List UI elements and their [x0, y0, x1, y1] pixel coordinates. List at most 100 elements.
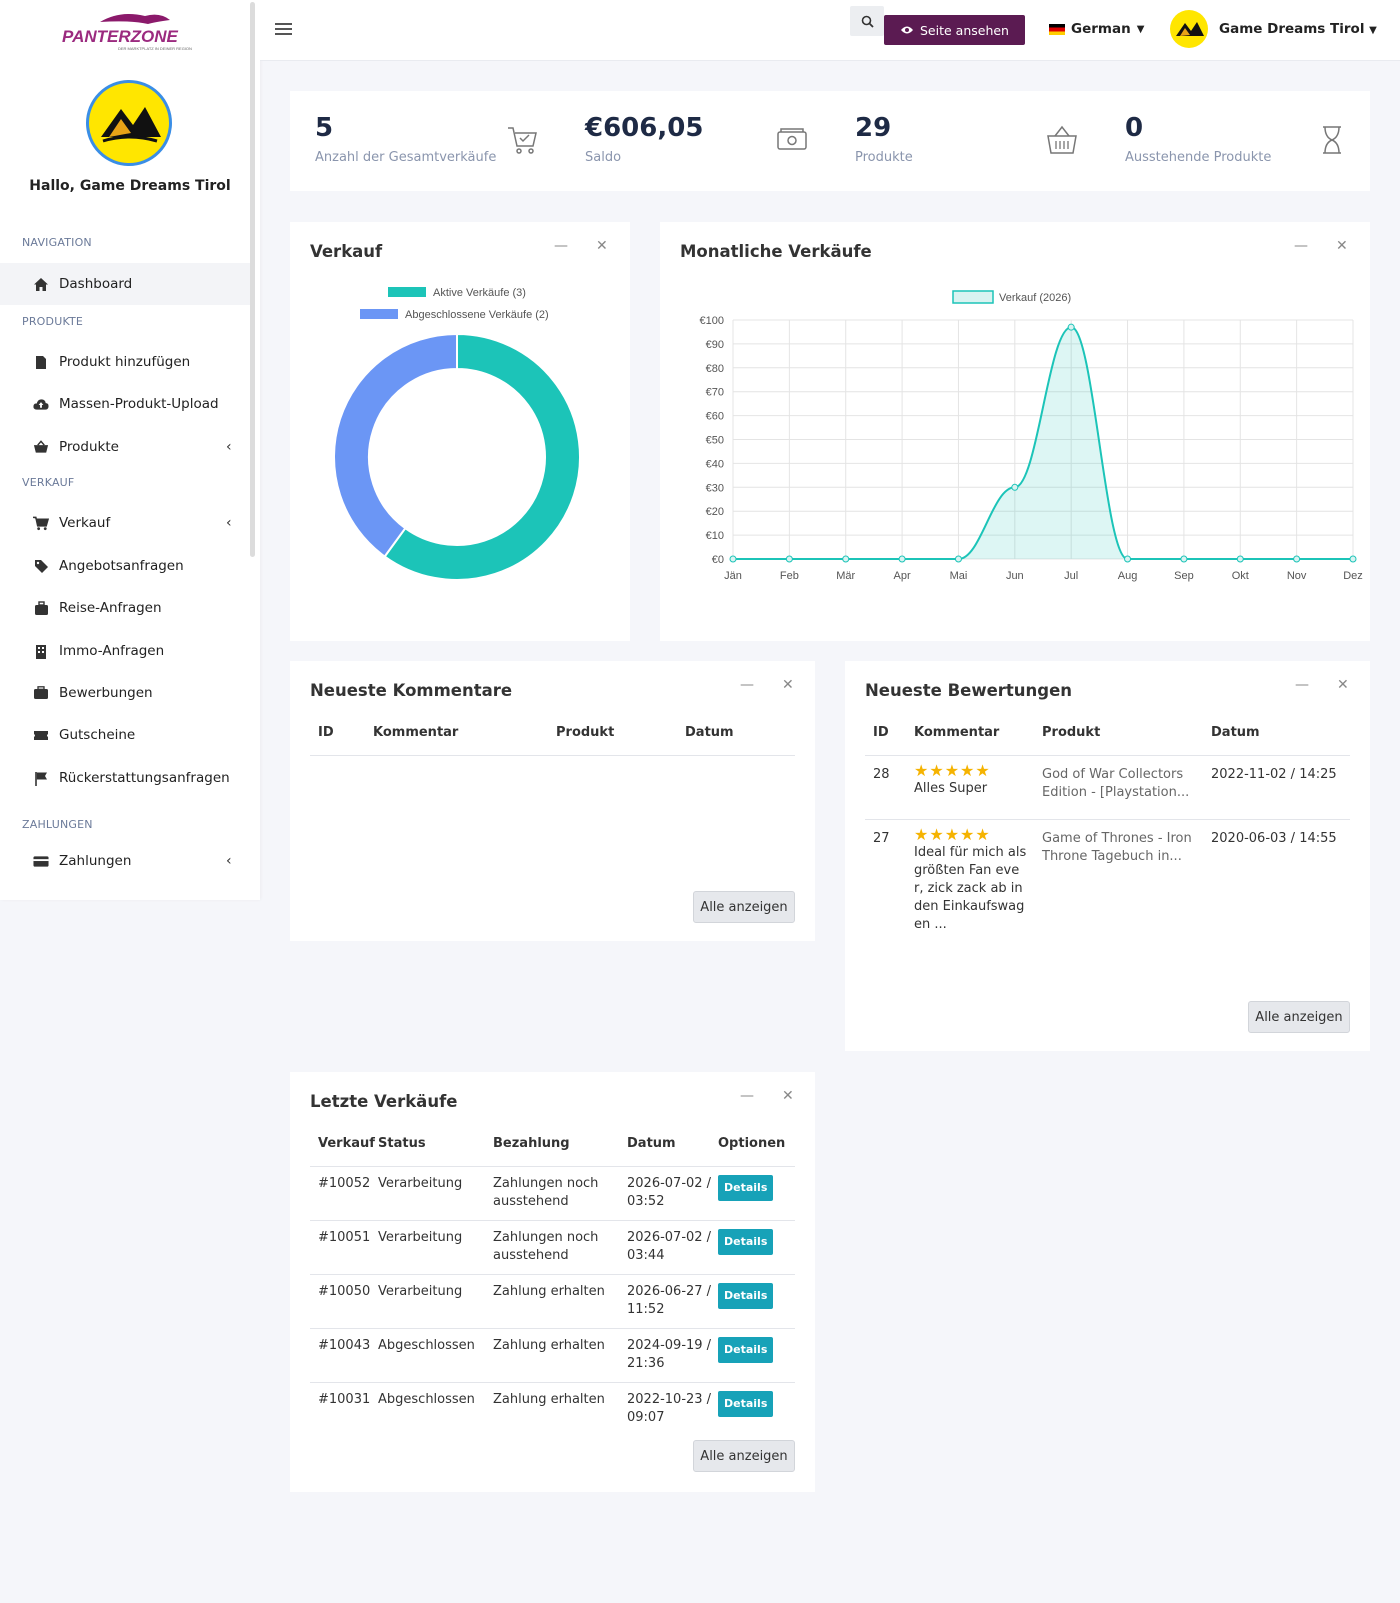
- close-icon[interactable]: ✕: [1337, 677, 1349, 693]
- minimize-icon[interactable]: —: [740, 677, 754, 693]
- minimize-icon[interactable]: —: [1294, 238, 1308, 254]
- sidebar-item-label: Reise-Anfragen: [59, 600, 162, 616]
- section-navigation: NAVIGATION: [22, 236, 92, 249]
- data-point[interactable]: [1349, 555, 1357, 563]
- details-button[interactable]: Details: [718, 1282, 774, 1309]
- minimize-icon[interactable]: —: [740, 1088, 754, 1104]
- order-status: Verarbeitung: [378, 1175, 463, 1191]
- order-id[interactable]: #10031: [310, 1382, 378, 1422]
- details-button[interactable]: Details: [718, 1174, 774, 1201]
- show-all-comments-button[interactable]: Alle anzeigen: [693, 891, 795, 923]
- table-row: #10031 Abgeschlossen Zahlung erhalten 20…: [310, 1382, 795, 1422]
- sidebar-item-bulk-upload[interactable]: Massen-Produkt-Upload: [0, 383, 250, 425]
- review-text: Alles Super: [914, 780, 988, 796]
- details-button[interactable]: Details: [718, 1336, 774, 1363]
- stat-card-products: 29 Produkte: [830, 91, 1100, 191]
- language-label: German: [1071, 21, 1131, 37]
- sidebar-item-applications[interactable]: Bewerbungen: [0, 672, 250, 714]
- sidebar-item-label: Verkauf: [59, 515, 111, 531]
- sidebar-item-payments[interactable]: Zahlungen ‹: [0, 840, 250, 882]
- details-button[interactable]: Details: [718, 1228, 774, 1255]
- show-all-orders-button[interactable]: Alle anzeigen: [693, 1440, 795, 1472]
- sidebar-item-vouchers[interactable]: Gutscheine: [0, 714, 250, 756]
- view-site-button[interactable]: Seite ansehen: [884, 15, 1025, 45]
- credit-card-icon: [33, 853, 49, 869]
- caret-down-icon: ▼: [1136, 23, 1145, 35]
- show-all-reviews-button[interactable]: Alle anzeigen: [1248, 1001, 1350, 1033]
- chevron-left-icon: ‹: [226, 439, 232, 455]
- money-icon: [777, 128, 807, 150]
- pie-slice[interactable]: [333, 332, 458, 558]
- rating-stars: ★★★★★: [914, 760, 991, 780]
- order-status: Abgeschlossen: [378, 1337, 475, 1353]
- table-row: #10043 Abgeschlossen Zahlung erhalten 20…: [310, 1328, 795, 1382]
- language-dropdown[interactable]: German ▼: [1049, 21, 1144, 37]
- panterzone-logo[interactable]: PANTERZONE DER MARKTPLATZ IN DEINER REGI…: [60, 10, 200, 52]
- flag-icon: [33, 770, 49, 786]
- legend-swatch-sales[interactable]: [952, 290, 994, 304]
- order-id[interactable]: #10052: [310, 1166, 378, 1220]
- data-point[interactable]: [1180, 555, 1188, 563]
- sidebar-item-add-product[interactable]: Produkt hinzufügen: [0, 341, 250, 383]
- column-header: Bezahlung: [493, 1136, 570, 1151]
- details-button[interactable]: Details: [718, 1390, 774, 1417]
- data-point[interactable]: [1236, 555, 1244, 563]
- order-date: 2022-10-23 / 09:07: [627, 1391, 712, 1423]
- order-id[interactable]: #10050: [310, 1274, 378, 1328]
- data-point[interactable]: [954, 555, 962, 563]
- data-point[interactable]: [1293, 555, 1301, 563]
- column-header: ID: [873, 725, 889, 740]
- stat-card-pending: 0 Ausstehende Produkte: [1100, 91, 1370, 191]
- sidebar-item-travel[interactable]: Reise-Anfragen: [0, 587, 250, 629]
- search-button[interactable]: [850, 6, 884, 36]
- sidebar-item-sales[interactable]: Verkauf ‹: [0, 502, 250, 544]
- user-name: Game Dreams Tirol: [1219, 21, 1365, 37]
- basket-icon: [33, 439, 49, 455]
- order-id[interactable]: #10043: [310, 1328, 378, 1382]
- sidebar-scrollbar[interactable]: [250, 2, 255, 557]
- data-point[interactable]: [842, 555, 850, 563]
- minimize-icon[interactable]: —: [554, 238, 568, 254]
- series-area: [733, 327, 1353, 559]
- x-tick-label: Sep: [1174, 570, 1194, 582]
- data-point[interactable]: [1067, 323, 1075, 331]
- data-point[interactable]: [898, 555, 906, 563]
- x-tick-label: Jun: [1006, 570, 1024, 582]
- order-status: Abgeschlossen: [378, 1391, 475, 1407]
- column-header: ID: [318, 725, 334, 740]
- close-icon[interactable]: ✕: [782, 677, 794, 693]
- user-menu[interactable]: Game Dreams Tirol ▼: [1219, 21, 1377, 37]
- x-tick-label: Mär: [836, 570, 855, 582]
- order-status: Verarbeitung: [378, 1283, 463, 1299]
- sidebar-item-products[interactable]: Produkte ‹: [0, 426, 250, 468]
- order-payment: Zahlung erhalten: [493, 1283, 605, 1299]
- sidebar-item-realestate[interactable]: Immo-Anfragen: [0, 630, 250, 672]
- sidebar-item-dashboard[interactable]: Dashboard: [0, 263, 250, 305]
- data-point[interactable]: [1011, 483, 1019, 491]
- data-point[interactable]: [785, 555, 793, 563]
- y-tick-label: €90: [706, 339, 724, 351]
- close-icon[interactable]: ✕: [1336, 238, 1348, 254]
- sidebar-item-label: Dashboard: [59, 276, 133, 292]
- close-icon[interactable]: ✕: [596, 238, 608, 254]
- data-point[interactable]: [1124, 555, 1132, 563]
- sidebar-item-label: Zahlungen: [59, 853, 132, 869]
- legend-swatch-active[interactable]: [388, 287, 426, 297]
- legend-swatch-completed[interactable]: [360, 309, 398, 319]
- table-row: 27 ★★★★★ Ideal für mich als größten Fan …: [865, 819, 1350, 949]
- sidebar-item-refunds[interactable]: Rückerstattungsanfragen: [0, 757, 250, 799]
- sidebar-item-offers[interactable]: Angebotsanfragen: [0, 545, 250, 587]
- review-date: 2020-06-03 / 14:55: [1211, 830, 1337, 846]
- y-tick-label: €50: [706, 435, 724, 447]
- user-avatar[interactable]: [1170, 10, 1208, 48]
- review-product[interactable]: God of War Collectors Edition - [Playsta…: [1042, 755, 1211, 819]
- close-icon[interactable]: ✕: [782, 1088, 794, 1104]
- menu-toggle-icon[interactable]: [275, 22, 292, 36]
- orders-table-scroll[interactable]: Verkauf Status Bezahlung Datum Optionen …: [310, 1136, 795, 1422]
- minimize-icon[interactable]: —: [1295, 677, 1309, 693]
- review-product[interactable]: Game of Thrones - Iron Throne Tagebuch i…: [1042, 819, 1211, 949]
- order-id[interactable]: #10051: [310, 1220, 378, 1274]
- card-title: Monatliche Verkäufe: [680, 242, 872, 261]
- data-point[interactable]: [729, 555, 737, 563]
- briefcase-icon: [33, 685, 49, 701]
